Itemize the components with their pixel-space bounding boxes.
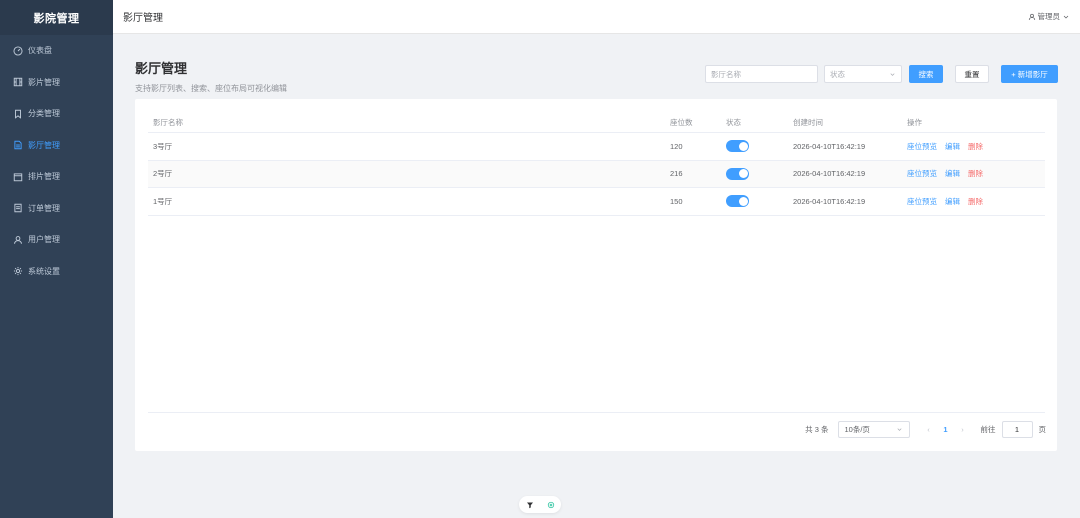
total-count: 共 3 条 <box>805 425 829 434</box>
sidebar-item-halls[interactable]: 影厅管理 <box>0 130 113 162</box>
user-name: 管理员 <box>1037 12 1061 21</box>
goto-page-input[interactable]: 1 <box>1001 421 1033 438</box>
page-number[interactable]: 1 <box>939 425 953 434</box>
search-button[interactable]: 搜索 <box>909 65 943 83</box>
delete-link[interactable]: 删除 <box>968 196 983 207</box>
delete-link[interactable]: 删除 <box>968 168 983 179</box>
prev-page-button[interactable]: ‹ <box>923 425 935 434</box>
filter-bar: 影厅名称 状态 搜索 重置 + 新增影厅 <box>705 65 1058 83</box>
table-bottom-divider <box>148 412 1045 413</box>
next-page-button[interactable]: › <box>957 425 969 434</box>
row-actions: 座位预览 编辑 删除 <box>907 196 983 207</box>
status-select[interactable]: 状态 <box>824 65 902 83</box>
table-header: 影厅名称 座位数 状态 创建时间 操作 <box>148 112 1045 133</box>
sidebar-item-label: 分类管理 <box>28 109 60 119</box>
filter-icon[interactable] <box>526 501 534 509</box>
page-title: 影厅管理 <box>135 61 188 76</box>
edit-link[interactable]: 编辑 <box>945 141 960 152</box>
sidebar-item-schedule[interactable]: 排片管理 <box>0 161 113 193</box>
row-actions: 座位预览 编辑 删除 <box>907 168 983 179</box>
hall-name-input[interactable]: 影厅名称 <box>705 65 818 83</box>
edit-link[interactable]: 编辑 <box>945 196 960 207</box>
header-created: 创建时间 <box>793 117 823 127</box>
sidebar-item-label: 影片管理 <box>28 77 60 87</box>
sidebar-menu: 仪表盘 影片管理 分类管理 影厅管理 排片管理 订单管理 用户管理 系统设置 <box>0 35 113 287</box>
seat-count: 150 <box>670 196 683 206</box>
table-row: 1号厅 150 2026-04-10T16:42:19 座位预览 编辑 删除 <box>148 188 1045 216</box>
status-select-placeholder: 状态 <box>830 69 845 79</box>
status-toggle[interactable] <box>726 140 749 153</box>
header-seats: 座位数 <box>670 117 693 127</box>
target-icon[interactable] <box>547 501 555 509</box>
sidebar-item-label: 订单管理 <box>28 203 60 213</box>
sidebar-item-films[interactable]: 影片管理 <box>0 67 113 99</box>
page-size-value: 10条/页 <box>844 425 870 434</box>
sidebar-item-label: 排片管理 <box>28 172 60 182</box>
app-logo: 影院管理 <box>0 0 113 35</box>
header-status: 状态 <box>726 117 741 127</box>
sidebar-item-label: 影厅管理 <box>28 140 60 150</box>
hall-name: 1号厅 <box>153 196 173 206</box>
status-toggle[interactable] <box>726 167 749 180</box>
bookmark-icon <box>13 109 23 119</box>
hall-name: 2号厅 <box>153 169 173 179</box>
delete-link[interactable]: 删除 <box>968 141 983 152</box>
header-ops: 操作 <box>907 117 922 127</box>
goto-label: 前往 <box>980 425 996 434</box>
page-size-select[interactable]: 10条/页 <box>837 421 910 438</box>
created-time: 2026-04-10T16:42:19 <box>793 169 866 179</box>
user-menu[interactable]: 管理员 <box>1028 11 1071 22</box>
user-icon <box>13 235 23 245</box>
sidebar-item-dashboard[interactable]: 仪表盘 <box>0 35 113 67</box>
hall-table: 影厅名称 座位数 状态 创建时间 操作 3号厅 120 2026-04-10T1… <box>148 112 1045 216</box>
table-row: 2号厅 216 2026-04-10T16:42:19 座位预览 编辑 删除 <box>148 160 1045 188</box>
chevron-down-icon <box>897 428 901 431</box>
created-time: 2026-04-10T16:42:19 <box>793 196 866 206</box>
seat-count: 216 <box>670 169 683 179</box>
chevron-down-icon <box>1063 15 1069 19</box>
user-icon <box>1028 13 1035 20</box>
gear-icon <box>13 266 23 276</box>
add-hall-button[interactable]: + 新增影厅 <box>1001 65 1058 83</box>
floating-toolbar <box>519 496 561 513</box>
created-time: 2026-04-10T16:42:19 <box>793 141 866 151</box>
sidebar-item-label: 仪表盘 <box>28 46 52 56</box>
status-toggle[interactable] <box>726 195 749 208</box>
calendar-icon <box>13 172 23 182</box>
page-unit-label: 页 <box>1038 425 1047 434</box>
pagination: 共 3 条 10条/页 ‹ 1 › 前往 1 页 <box>805 421 1046 438</box>
seat-preview-link[interactable]: 座位预览 <box>907 141 937 152</box>
hall-table-card: 影厅名称 座位数 状态 创建时间 操作 3号厅 120 2026-04-10T1… <box>135 99 1057 451</box>
page-header: 影厅管理 支持影厅列表、搜索、座位布局可视化编辑 <box>135 58 287 94</box>
seat-preview-link[interactable]: 座位预览 <box>907 196 937 207</box>
sidebar-item-label: 用户管理 <box>28 235 60 245</box>
hall-name: 3号厅 <box>153 141 173 151</box>
sidebar-item-label: 系统设置 <box>28 266 60 276</box>
chevron-down-icon <box>890 72 895 76</box>
breadcrumb: 影厅管理 <box>123 13 163 24</box>
edit-link[interactable]: 编辑 <box>945 168 960 179</box>
reset-button[interactable]: 重置 <box>955 65 989 83</box>
seat-preview-link[interactable]: 座位预览 <box>907 168 937 179</box>
sidebar-item-orders[interactable]: 订单管理 <box>0 193 113 225</box>
row-actions: 座位预览 编辑 删除 <box>907 141 983 152</box>
document-icon <box>13 140 23 150</box>
topbar: 影厅管理 管理员 <box>113 0 1080 34</box>
sidebar-item-users[interactable]: 用户管理 <box>0 224 113 256</box>
header-name: 影厅名称 <box>153 117 183 127</box>
table-row: 3号厅 120 2026-04-10T16:42:19 座位预览 编辑 删除 <box>148 133 1045 161</box>
page-subtitle: 支持影厅列表、搜索、座位布局可视化编辑 <box>135 84 287 93</box>
film-icon <box>13 77 23 87</box>
dashboard-icon <box>13 46 23 56</box>
order-icon <box>13 203 23 213</box>
sidebar: 影院管理 仪表盘 影片管理 分类管理 影厅管理 排片管理 订单管理 用户管理 系… <box>0 0 113 518</box>
seat-count: 120 <box>670 141 683 151</box>
sidebar-item-settings[interactable]: 系统设置 <box>0 256 113 288</box>
sidebar-item-categories[interactable]: 分类管理 <box>0 98 113 130</box>
